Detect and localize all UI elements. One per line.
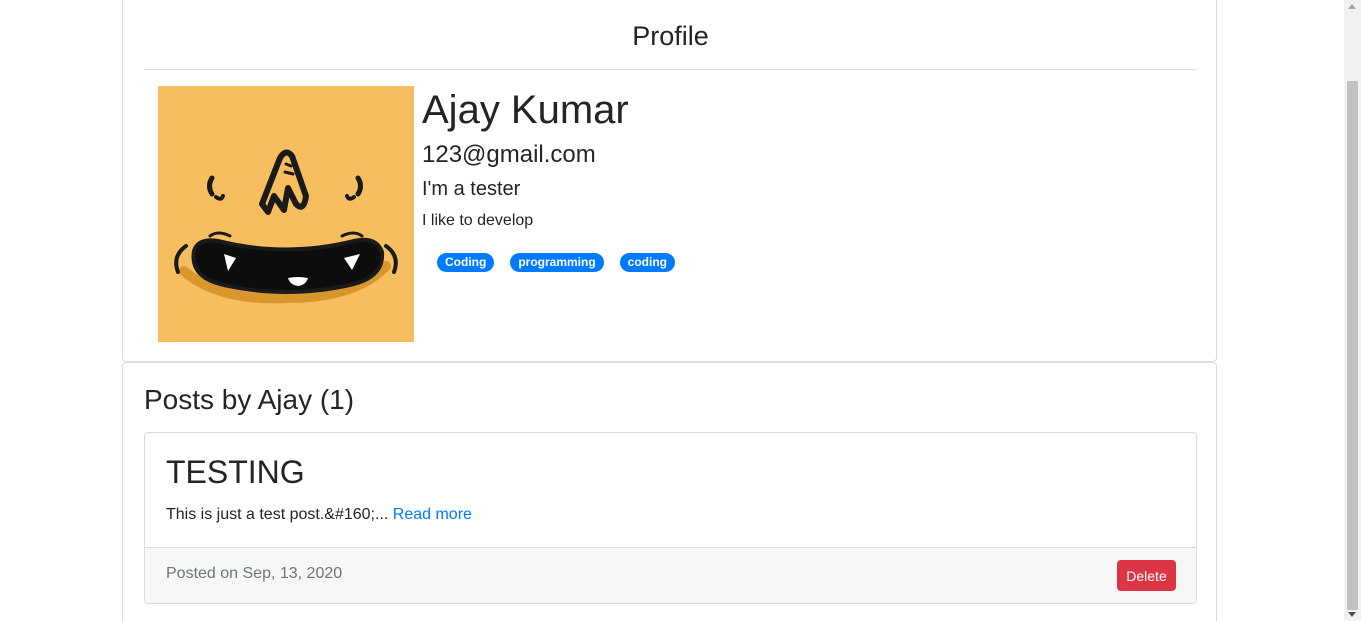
user-bio: I like to develop bbox=[422, 212, 534, 229]
user-email: 123@gmail.com bbox=[422, 141, 596, 168]
page-title: Profile bbox=[632, 20, 709, 51]
posted-on-date: Posted on Sep, 13, 2020 bbox=[166, 565, 343, 582]
vertical-scrollbar[interactable] bbox=[1344, 0, 1361, 621]
smiling-face-avatar-icon bbox=[158, 86, 414, 342]
tag-badge[interactable]: coding bbox=[619, 253, 675, 272]
profile-header: Profile bbox=[144, 1, 1197, 70]
tag-badge[interactable]: programming bbox=[510, 253, 604, 272]
user-name: Ajay Kumar bbox=[422, 88, 629, 132]
page: Profile Ajay Kumar 123@gmail.com I'm a t… bbox=[0, 0, 1361, 621]
tag-list: Coding programming coding bbox=[437, 253, 675, 272]
scroll-down-arrow-icon[interactable] bbox=[1348, 612, 1356, 617]
tag-badge[interactable]: Coding bbox=[437, 253, 495, 272]
posts-heading: Posts by Ajay (1) bbox=[144, 384, 355, 415]
post-footer: Posted on Sep, 13, 2020 Delete bbox=[145, 547, 1196, 603]
post-excerpt-text: This is just a test post.&#160;... bbox=[166, 506, 389, 523]
delete-post-button[interactable]: Delete bbox=[1117, 560, 1176, 591]
read-more-link[interactable]: Read more bbox=[393, 506, 472, 523]
post-excerpt: This is just a test post.&#160;... Read … bbox=[166, 505, 472, 525]
posts-card: Posts by Ajay (1) TESTING This is just a… bbox=[122, 362, 1217, 621]
post-title: TESTING bbox=[166, 454, 305, 490]
user-title: I'm a tester bbox=[422, 178, 521, 200]
avatar bbox=[158, 86, 414, 342]
scroll-up-arrow-icon[interactable] bbox=[1348, 4, 1356, 9]
scrollbar-thumb[interactable] bbox=[1347, 81, 1358, 610]
post-card: TESTING This is just a test post.&#160;.… bbox=[144, 432, 1197, 604]
post-body: TESTING This is just a test post.&#160;.… bbox=[145, 433, 1196, 547]
profile-card: Profile Ajay Kumar 123@gmail.com I'm a t… bbox=[122, 0, 1217, 362]
